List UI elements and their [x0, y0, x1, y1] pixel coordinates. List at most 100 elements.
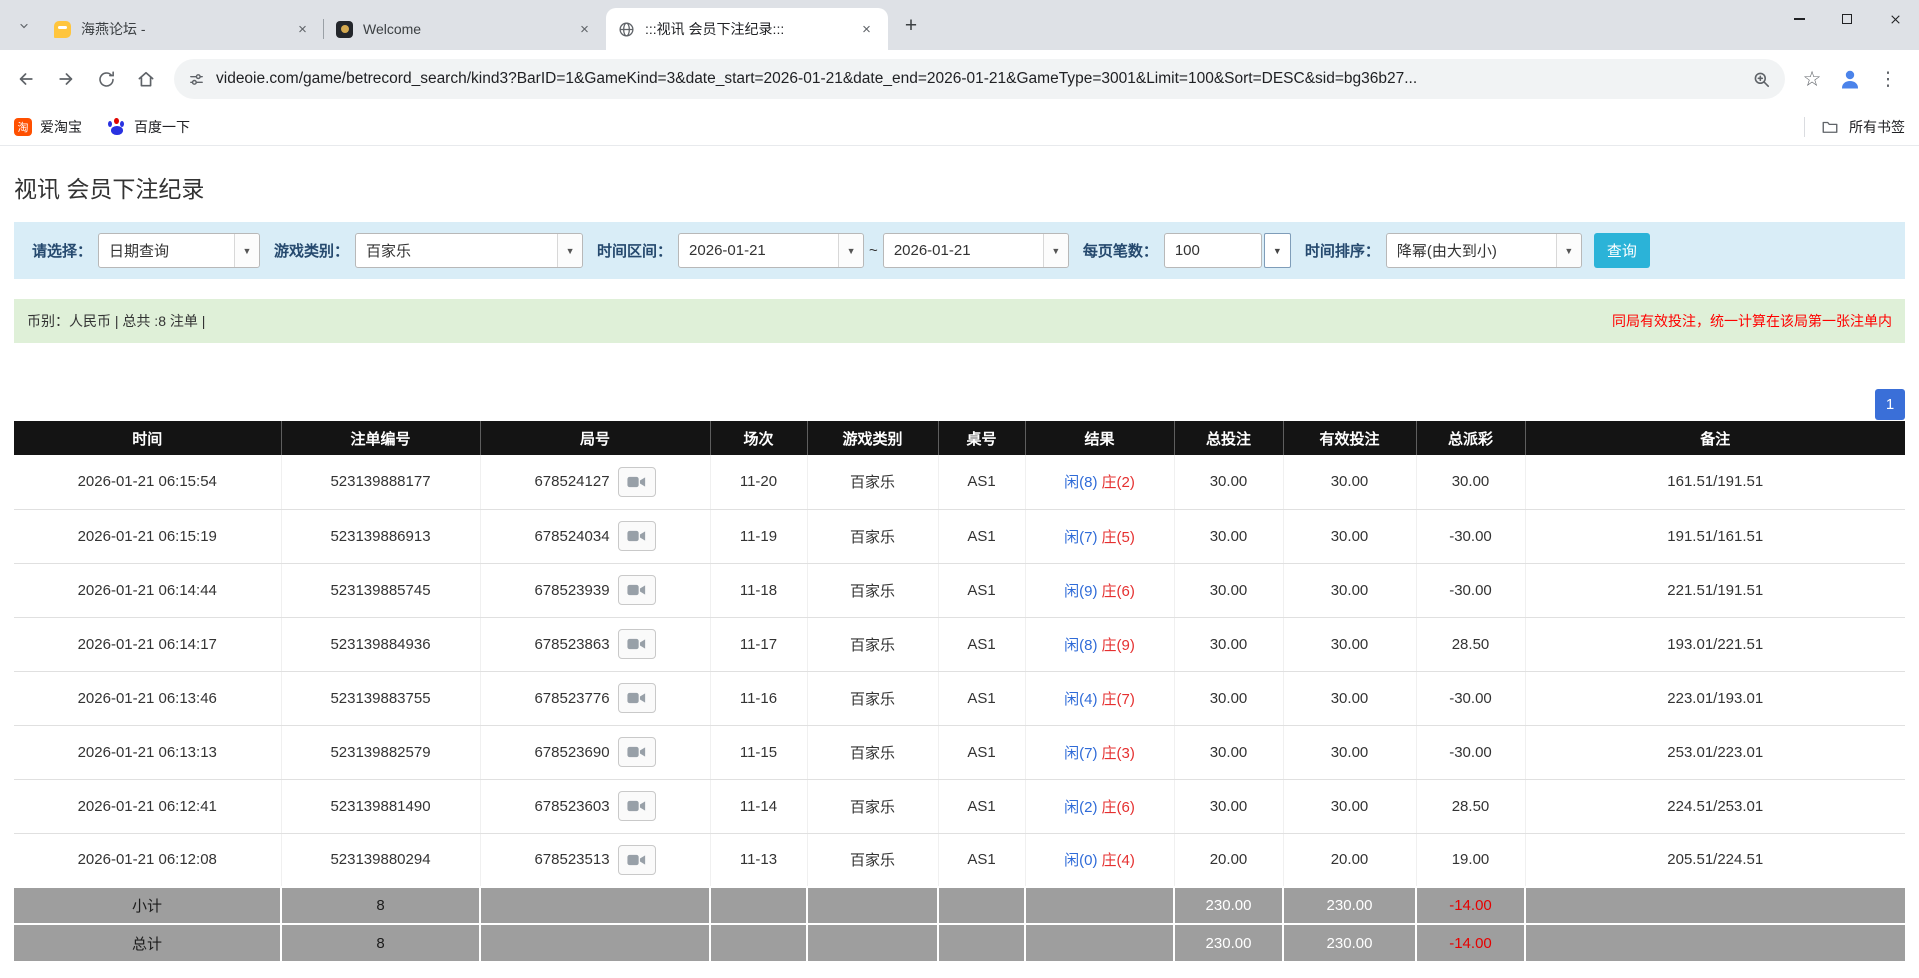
round-number: 678523690: [534, 744, 609, 761]
cell-session: 11-20: [710, 455, 807, 509]
cell-total-bet[interactable]: 20.00: [1174, 833, 1283, 887]
back-button[interactable]: [6, 59, 46, 99]
empty-cell: [480, 887, 710, 924]
cell-table-id: AS1: [938, 671, 1025, 725]
cell-total-bet[interactable]: 30.00: [1174, 563, 1283, 617]
tab-search-button[interactable]: [10, 12, 38, 40]
subtotal-valid-bet: 230.00: [1283, 887, 1416, 924]
cell-bet-id: 523139888177: [281, 455, 480, 509]
cell-note: 193.01/221.51: [1525, 617, 1905, 671]
refresh-button[interactable]: [86, 59, 126, 99]
cell-session: 11-19: [710, 509, 807, 563]
minimize-button[interactable]: [1775, 0, 1823, 38]
site-settings-icon[interactable]: [188, 71, 205, 88]
replay-video-button[interactable]: [618, 845, 656, 875]
per-page-input[interactable]: [1164, 233, 1262, 268]
query-type-select[interactable]: 日期查询 ▼: [98, 233, 260, 268]
cell-game-type: 百家乐: [807, 617, 938, 671]
date-end-select[interactable]: 2026-01-21 ▼: [883, 233, 1069, 268]
close-window-button[interactable]: [1871, 0, 1919, 38]
column-header: 局号: [480, 421, 710, 455]
replay-video-button[interactable]: [618, 629, 656, 659]
tab-welcome[interactable]: Welcome ×: [324, 8, 606, 50]
replay-video-button[interactable]: [618, 575, 656, 605]
table-row: 2026-01-21 06:12:41 523139881490 6785236…: [14, 779, 1905, 833]
cell-total-bet[interactable]: 30.00: [1174, 455, 1283, 509]
cell-table-id: AS1: [938, 833, 1025, 887]
round-number: 678523863: [534, 636, 609, 653]
forum-favicon-icon: [54, 21, 71, 38]
cell-session: 11-14: [710, 779, 807, 833]
empty-cell: [1025, 887, 1174, 924]
cell-payout: -30.00: [1416, 563, 1525, 617]
bookmark-baidu[interactable]: 百度一下: [108, 117, 190, 137]
back-arrow-icon: [16, 69, 36, 89]
cell-bet-id: 523139883755: [281, 671, 480, 725]
replay-video-button[interactable]: [618, 737, 656, 767]
bookmark-this-tab-button[interactable]: ☆: [1793, 60, 1831, 98]
query-type-label: 请选择：: [32, 240, 92, 261]
forward-button[interactable]: [46, 59, 86, 99]
empty-cell: [807, 887, 938, 924]
per-page-label: 每页笔数：: [1083, 240, 1158, 261]
minimize-icon: [1794, 18, 1805, 19]
browser-toolbar: videoie.com/game/betrecord_search/kind3?…: [0, 50, 1919, 108]
cell-time: 2026-01-21 06:15:54: [14, 455, 281, 509]
tab-close-icon[interactable]: ×: [575, 20, 594, 39]
date-range-label: 时间区间：: [597, 240, 672, 261]
game-type-value: 百家乐: [356, 240, 557, 261]
cell-session: 11-15: [710, 725, 807, 779]
empty-cell: [1525, 887, 1905, 924]
bookmark-taobao[interactable]: 淘 爱淘宝: [14, 117, 82, 137]
page-1-button[interactable]: 1: [1875, 389, 1905, 420]
replay-video-button[interactable]: [618, 791, 656, 821]
subtotal-total-bet: 230.00: [1174, 887, 1283, 924]
summary-bar: 币别：人民币 | 总共 :8 注单 | 同局有效投注，统一计算在该局第一张注单内: [14, 299, 1905, 343]
maximize-button[interactable]: [1823, 0, 1871, 38]
video-camera-icon: [627, 745, 646, 759]
cell-valid-bet: 30.00: [1283, 563, 1416, 617]
cell-table-id: AS1: [938, 509, 1025, 563]
folder-icon: [1821, 118, 1839, 136]
per-page-dropdown-button[interactable]: ▼: [1264, 233, 1291, 268]
replay-video-button[interactable]: [618, 683, 656, 713]
game-type-select[interactable]: 百家乐 ▼: [355, 233, 583, 268]
cell-time: 2026-01-21 06:14:44: [14, 563, 281, 617]
chevron-down-icon: ▼: [557, 234, 582, 267]
home-button[interactable]: [126, 59, 166, 99]
replay-video-button[interactable]: [618, 467, 656, 497]
browser-menu-button[interactable]: ⋮: [1869, 60, 1907, 98]
address-bar[interactable]: videoie.com/game/betrecord_search/kind3?…: [174, 59, 1785, 99]
search-button[interactable]: 查询: [1594, 233, 1650, 268]
zoom-icon[interactable]: [1752, 70, 1771, 89]
result-banker: 庄(5): [1102, 529, 1135, 546]
new-tab-button[interactable]: +: [896, 11, 926, 41]
table-row: 2026-01-21 06:15:54 523139888177 6785241…: [14, 455, 1905, 509]
cell-total-bet[interactable]: 30.00: [1174, 725, 1283, 779]
chevron-down-icon: ▼: [1556, 234, 1581, 267]
sort-select[interactable]: 降幂(由大到小) ▼: [1386, 233, 1582, 268]
table-row: 2026-01-21 06:15:19 523139886913 6785240…: [14, 509, 1905, 563]
tab-betrecord-active[interactable]: :::视讯 会员下注纪录::: ×: [606, 8, 888, 50]
cell-total-bet[interactable]: 30.00: [1174, 671, 1283, 725]
all-bookmarks[interactable]: 所有书签: [1804, 117, 1905, 137]
cell-valid-bet: 30.00: [1283, 671, 1416, 725]
tab-close-icon[interactable]: ×: [857, 20, 876, 39]
video-camera-icon: [627, 529, 646, 543]
grand-total-total-bet: 230.00: [1174, 924, 1283, 961]
tab-close-icon[interactable]: ×: [293, 20, 312, 39]
date-start-select[interactable]: 2026-01-21 ▼: [678, 233, 864, 268]
chevron-down-icon: ▼: [234, 234, 259, 267]
cell-total-bet[interactable]: 30.00: [1174, 509, 1283, 563]
filter-bar: 请选择： 日期查询 ▼ 游戏类别： 百家乐 ▼ 时间区间： 2026-01-21…: [14, 222, 1905, 279]
profile-avatar[interactable]: [1831, 60, 1869, 98]
cell-total-bet[interactable]: 30.00: [1174, 779, 1283, 833]
result-player: 闲(9): [1064, 583, 1097, 600]
cell-time: 2026-01-21 06:12:41: [14, 779, 281, 833]
cell-session: 11-16: [710, 671, 807, 725]
round-number: 678524127: [534, 473, 609, 490]
cell-total-bet[interactable]: 30.00: [1174, 617, 1283, 671]
replay-video-button[interactable]: [618, 521, 656, 551]
cell-result: 闲(8)庄(9): [1025, 617, 1174, 671]
tab-haiyan-forum[interactable]: 海燕论坛 - ×: [42, 8, 324, 50]
